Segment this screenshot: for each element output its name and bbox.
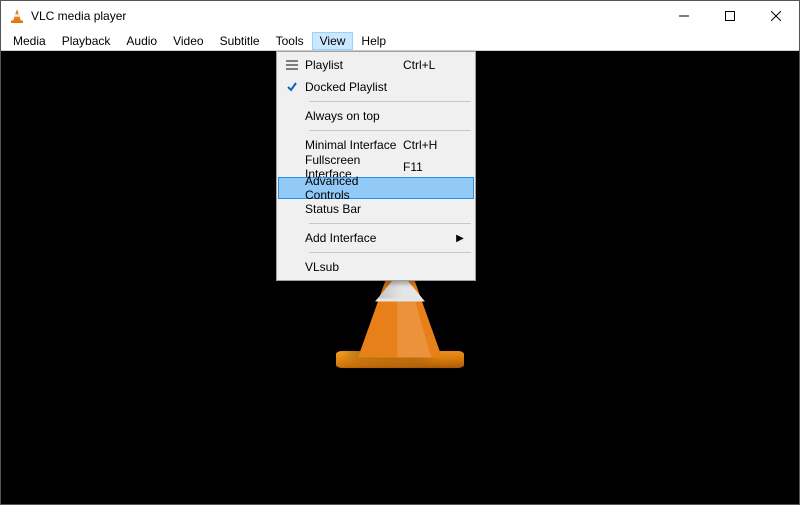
view-menu-item-vlsub[interactable]: VLsub bbox=[279, 256, 473, 278]
menu-item-label: Status Bar bbox=[305, 202, 403, 216]
view-menu-item-playlist[interactable]: PlaylistCtrl+L bbox=[279, 54, 473, 76]
check-icon bbox=[279, 81, 305, 93]
menu-item-accelerator: Ctrl+L bbox=[403, 58, 453, 72]
menu-help[interactable]: Help bbox=[353, 32, 394, 50]
menu-item-accelerator: F11 bbox=[403, 160, 453, 174]
app-icon bbox=[9, 8, 25, 24]
submenu-arrow-icon: ▶ bbox=[453, 233, 467, 244]
maximize-button[interactable] bbox=[707, 1, 753, 31]
menu-item-label: Playlist bbox=[305, 58, 403, 72]
window-title: VLC media player bbox=[31, 9, 126, 23]
view-menu-item-status-bar[interactable]: Status Bar bbox=[279, 198, 473, 220]
menu-item-label: Always on top bbox=[305, 109, 403, 123]
menu-separator bbox=[309, 252, 471, 253]
menu-item-label: Add Interface bbox=[305, 231, 403, 245]
menu-separator bbox=[309, 130, 471, 131]
close-button[interactable] bbox=[753, 1, 799, 31]
titlebar[interactable]: VLC media player bbox=[1, 1, 799, 31]
menu-tools[interactable]: Tools bbox=[268, 32, 312, 50]
maximize-icon bbox=[725, 11, 735, 21]
menubar: MediaPlaybackAudioVideoSubtitleToolsView… bbox=[1, 31, 799, 51]
menu-playback[interactable]: Playback bbox=[54, 32, 119, 50]
view-menu-item-docked-playlist[interactable]: Docked Playlist bbox=[279, 76, 473, 98]
close-icon bbox=[771, 11, 781, 21]
view-menu-item-always-on-top[interactable]: Always on top bbox=[279, 105, 473, 127]
view-menu-dropdown: PlaylistCtrl+LDocked PlaylistAlways on t… bbox=[276, 51, 476, 281]
menu-media[interactable]: Media bbox=[5, 32, 54, 50]
menu-item-label: Minimal Interface bbox=[305, 138, 403, 152]
menu-video[interactable]: Video bbox=[165, 32, 211, 50]
menu-subtitle[interactable]: Subtitle bbox=[212, 32, 268, 50]
menu-audio[interactable]: Audio bbox=[118, 32, 165, 50]
menu-separator bbox=[309, 101, 471, 102]
menu-item-accelerator: Ctrl+H bbox=[403, 138, 453, 152]
playlist-icon bbox=[279, 60, 305, 70]
menu-separator bbox=[309, 223, 471, 224]
app-window: VLC media player MediaPlaybackAudioVideo… bbox=[0, 0, 800, 505]
menu-item-label: Docked Playlist bbox=[305, 80, 403, 94]
window-controls bbox=[661, 1, 799, 31]
view-menu-item-add-interface[interactable]: Add Interface ▶ bbox=[279, 227, 473, 249]
menu-item-label: VLsub bbox=[305, 260, 403, 274]
minimize-button[interactable] bbox=[661, 1, 707, 31]
minimize-icon bbox=[679, 11, 689, 21]
view-menu-item-advanced-controls[interactable]: Advanced Controls bbox=[278, 177, 474, 199]
menu-view[interactable]: View bbox=[312, 32, 354, 50]
